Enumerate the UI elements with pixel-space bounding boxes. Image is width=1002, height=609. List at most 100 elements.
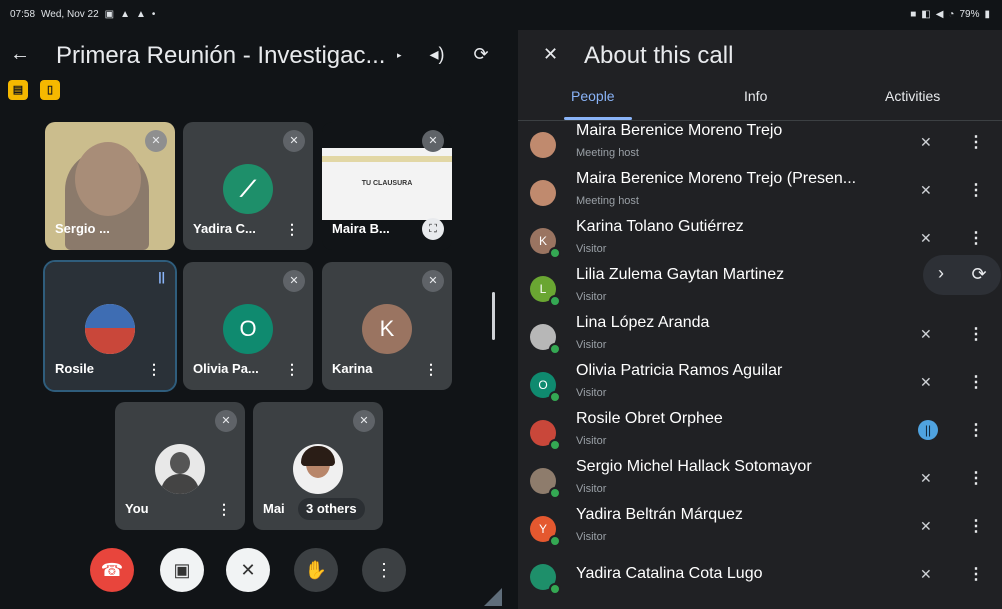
participant-role: Visitor	[576, 291, 607, 303]
slide-text: TU CLAUSURA	[361, 180, 413, 187]
list-item[interactable]: O Olivia Patricia Ramos Aguilar Visitor …	[518, 360, 1002, 408]
others-count-chip[interactable]: 3 others	[298, 498, 365, 520]
more-icon[interactable]: ⋮	[968, 516, 984, 536]
camera-switch-icon[interactable]: ⟳	[470, 43, 492, 65]
about-call-panel: ✕ About this call People Info Activities…	[518, 30, 1002, 609]
mic-off-icon: ✕	[422, 130, 444, 152]
participant-name: Yadira Catalina Cota Lugo	[576, 565, 763, 582]
participant-name: Maira Berenice Moreno Trejo	[576, 122, 783, 139]
tile-menu-icon[interactable]: ⋮	[285, 221, 299, 238]
mic-off-button[interactable]: ✕	[226, 548, 270, 592]
fullscreen-icon[interactable]: ⛶	[422, 218, 444, 240]
battery-icon: ▮	[984, 9, 990, 20]
tile-name: You	[125, 501, 149, 516]
more-icon[interactable]: ⋮	[968, 180, 984, 200]
online-dot	[549, 439, 561, 451]
participant-tile[interactable]: TU CLAUSURA ✕ Maira B... ⛶	[322, 122, 452, 250]
signal-icon: ◀	[935, 9, 944, 20]
tile-name: Sergio ...	[55, 221, 110, 236]
tile-menu-icon[interactable]: ⋮	[147, 361, 161, 378]
avatar: ⟋	[223, 164, 273, 214]
participant-tile[interactable]: || Rosile ⋮	[43, 260, 177, 392]
online-dot	[549, 247, 561, 259]
recording-badge-icon[interactable]: ▤	[8, 80, 28, 100]
back-arrow-icon[interactable]: ←	[10, 43, 30, 66]
participant-name: Sergio Michel Hallack Sotomayor	[576, 458, 812, 475]
participant-role: Visitor	[576, 483, 607, 495]
presentation-slide: TU CLAUSURA	[322, 148, 452, 220]
avatar	[155, 444, 205, 494]
tile-menu-icon[interactable]: ⋮	[424, 361, 438, 378]
end-call-button[interactable]: ☎	[90, 548, 134, 592]
participant-name: Yadira Beltrán Márquez	[576, 506, 743, 523]
participant-tile[interactable]: ✕ O Olivia Pa... ⋮	[183, 262, 313, 390]
mic-off-icon: ✕	[283, 130, 305, 152]
participant-role: Visitor	[576, 435, 607, 447]
close-icon[interactable]: ✕	[543, 44, 558, 65]
tile-name: Karina	[332, 361, 373, 376]
mic-off-icon: ✕	[920, 470, 932, 486]
participant-tile[interactable]: ✕ Sergio ...	[45, 122, 175, 250]
title-chevron-icon[interactable]: ▸	[397, 50, 402, 61]
online-dot	[549, 295, 561, 307]
camera-switch-icon[interactable]: ⟳	[967, 262, 991, 286]
battery-level: 79%	[959, 9, 980, 20]
tile-menu-icon[interactable]: ⋮	[217, 501, 231, 518]
more-icon[interactable]: ⋮	[968, 132, 984, 152]
online-dot	[549, 583, 561, 595]
participant-role: Visitor	[576, 531, 607, 543]
participant-tile[interactable]: ✕ ⟋ Yadira C... ⋮	[183, 122, 313, 250]
online-dot	[549, 391, 561, 403]
more-icon[interactable]: ⋮	[968, 564, 984, 584]
list-item[interactable]: K Karina Tolano Gutiérrez Visitor ✕ ⋮	[518, 216, 1002, 264]
tile-menu-icon[interactable]: ⋮	[285, 361, 299, 378]
avatar	[85, 304, 135, 354]
more-icon[interactable]: ⋮	[968, 228, 984, 248]
raise-hand-button[interactable]: ✋	[294, 548, 338, 592]
list-item[interactable]: Y Yadira Beltrán Márquez Visitor ✕ ⋮	[518, 504, 1002, 552]
participant-tile[interactable]: ✕ You ⋮	[115, 402, 245, 530]
scrollbar[interactable]	[492, 292, 495, 340]
participant-tile[interactable]: ✕ K Karina ⋮	[322, 262, 452, 390]
meet-app: 07:58 Wed, Nov 22 ▣ ▲ ▲ • ■ ◧ ◀ ◔ 79% ▮ …	[0, 0, 1002, 609]
video-feed-head	[75, 142, 141, 216]
more-options-button[interactable]: ⋮	[362, 548, 406, 592]
avatar	[293, 444, 343, 494]
list-item[interactable]: Sergio Michel Hallack Sotomayor Visitor …	[518, 456, 1002, 504]
mic-off-icon: ✕	[283, 270, 305, 292]
participant-name: Lina López Aranda	[576, 314, 710, 331]
tab-info[interactable]: Info	[744, 88, 767, 104]
mic-off-icon: ✕	[215, 410, 237, 432]
online-dot	[549, 535, 561, 547]
meeting-top-bar: ← Primera Reunión - Investigac... ▸ ◂) ⟳	[0, 30, 515, 80]
participant-role: Visitor	[576, 387, 607, 399]
list-item[interactable]: Maira Berenice Moreno Trejo Meeting host…	[518, 120, 1002, 168]
participant-name: Rosile Obret Orphee	[576, 410, 723, 427]
list-item[interactable]: Lina López Aranda Visitor ✕ ⋮	[518, 312, 1002, 360]
list-item[interactable]: Yadira Catalina Cota Lugo ✕ ⋮	[518, 552, 1002, 600]
mute-status-icon: ◧	[921, 9, 931, 20]
tile-name: Mai	[263, 501, 285, 516]
slide-header-strip	[322, 156, 452, 162]
meeting-title[interactable]: Primera Reunión - Investigac...	[56, 42, 396, 70]
list-item[interactable]: Maira Berenice Moreno Trejo (Presen... M…	[518, 168, 1002, 216]
list-item[interactable]: Rosile Obret Orphee Visitor || ⋮	[518, 408, 1002, 456]
more-icon[interactable]: ⋮	[968, 420, 984, 440]
more-icon[interactable]: ⋮	[968, 324, 984, 344]
mic-off-icon: ✕	[920, 182, 932, 198]
participant-role: Meeting host	[576, 195, 639, 207]
chevron-right-icon[interactable]: ›	[938, 263, 944, 284]
tab-people[interactable]: People	[571, 88, 615, 104]
camera-off-button[interactable]: ▣	[160, 548, 204, 592]
participant-role: Visitor	[576, 243, 607, 255]
more-icon[interactable]: ⋮	[968, 372, 984, 392]
mic-off-icon: ✕	[920, 374, 932, 390]
tab-activities[interactable]: Activities	[885, 88, 940, 104]
tile-name: Yadira C...	[193, 221, 256, 236]
volume-icon[interactable]: ◂)	[426, 43, 448, 65]
resize-handle[interactable]	[484, 588, 502, 606]
tile-name: Maira B...	[332, 221, 390, 236]
mic-off-icon: ✕	[145, 130, 167, 152]
more-icon[interactable]: ⋮	[968, 468, 984, 488]
captions-badge-icon[interactable]: ▯	[40, 80, 60, 100]
